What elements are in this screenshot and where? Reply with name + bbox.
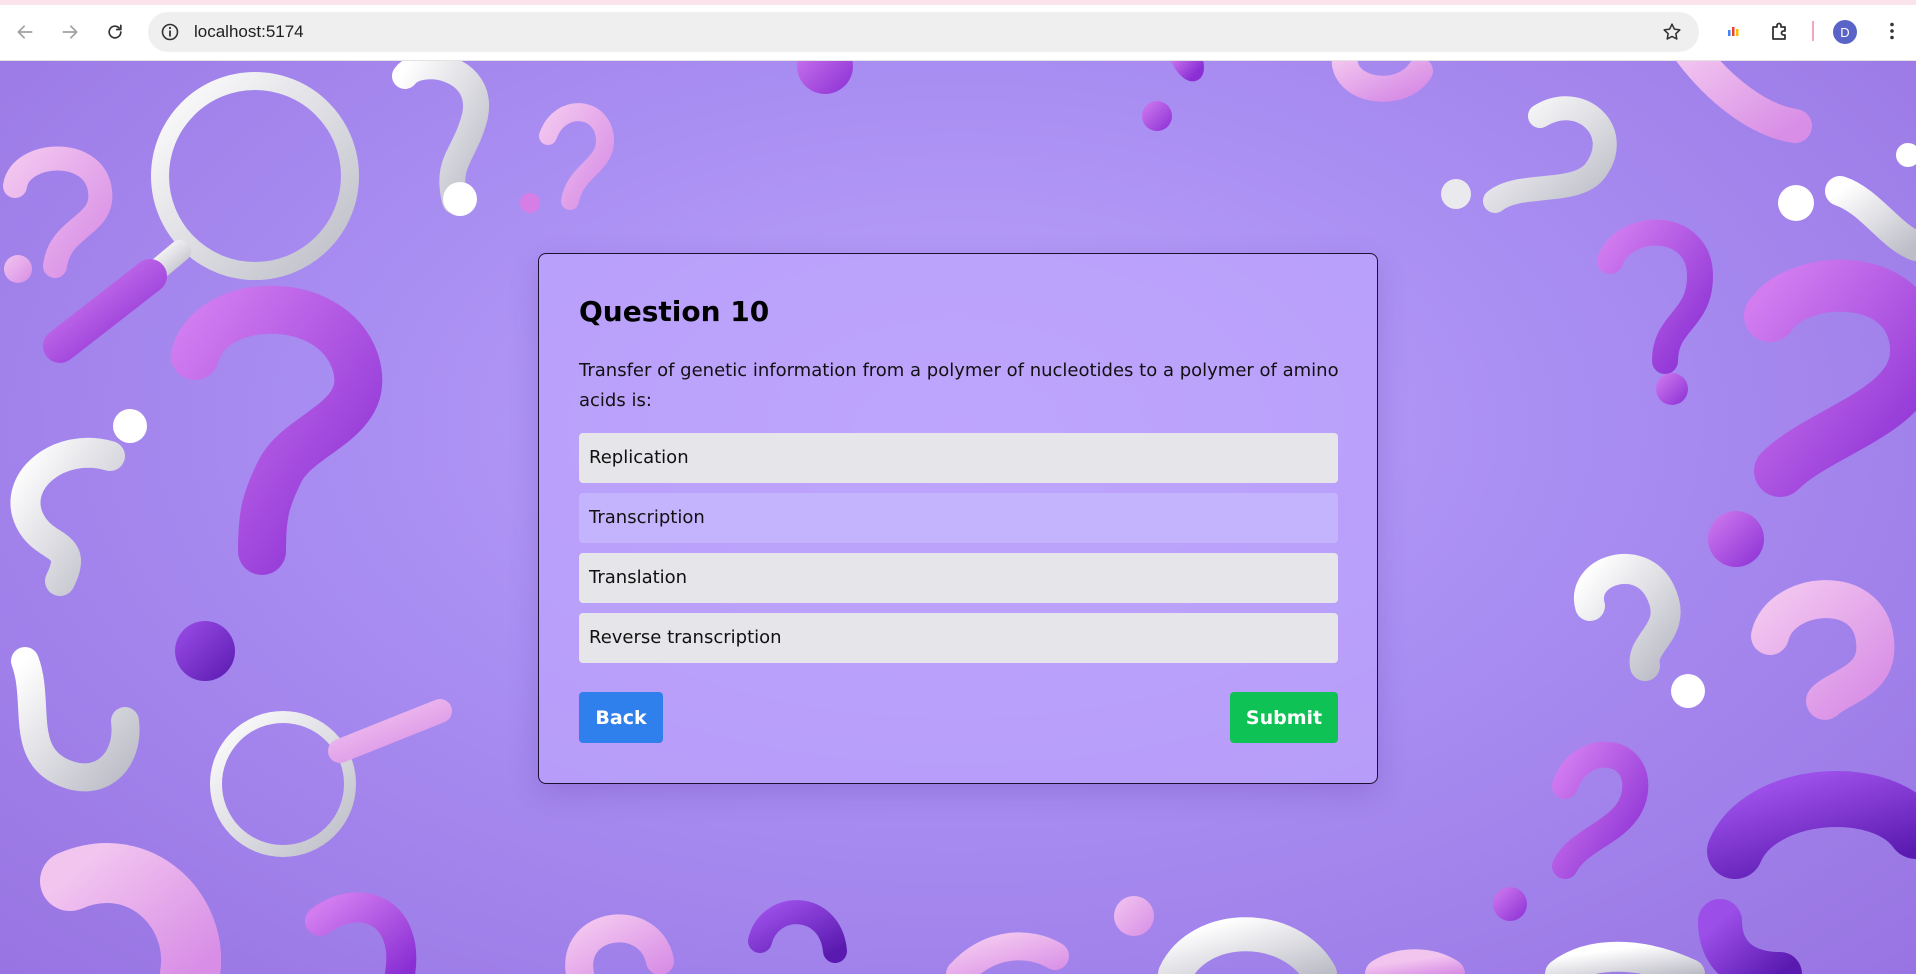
question-mark-icon [946,932,1069,974]
question-mark-icon [1707,771,1916,879]
submit-button[interactable]: Submit [1230,692,1338,743]
sphere-icon [520,193,540,213]
question-text: Transfer of genetic information from a p… [579,360,1339,411]
tab-strip-edge [0,0,1916,5]
question-mark-icon [1744,259,1916,497]
question-mark-icon [1698,899,1802,974]
question-mark-icon [10,437,125,596]
question-mark-icon [748,900,847,963]
answer-option-reverse-transcription[interactable]: Reverse transcription [579,613,1338,663]
sphere-icon [443,182,477,216]
quiz-card: Question 10 Transfer of genetic informat… [538,253,1378,784]
url-text[interactable]: localhost:5174 [194,22,304,42]
sphere-icon [1441,179,1471,209]
reload-button[interactable] [99,16,131,48]
question-mark-icon [1332,61,1433,102]
magnifier-icon [210,699,452,857]
sphere-icon [1671,674,1705,708]
question-mark-icon [1158,917,1337,974]
sphere-icon [4,255,32,283]
forward-nav-button[interactable] [54,16,86,48]
question-mark-icon [1825,176,1916,261]
question-title: Question 10 [579,295,770,328]
address-bar[interactable]: localhost:5174 [148,12,1699,52]
question-mark-icon [1545,941,1705,974]
question-mark-icon [539,103,615,210]
question-mark-icon [1751,580,1895,720]
sphere-icon [1778,185,1814,221]
reload-icon [108,24,122,39]
sphere-icon [1114,896,1154,936]
question-mark-icon [1365,949,1465,974]
answer-option-translation[interactable]: Translation [579,553,1338,603]
question-mark-icon [40,843,222,974]
puzzle-icon[interactable] [1768,19,1792,43]
profile-avatar[interactable]: D [1833,20,1857,44]
question-mark-icon [1574,553,1681,681]
arrow-left-icon [17,25,33,39]
star-icon[interactable] [1661,21,1683,43]
question-mark-icon [1676,61,1812,143]
answer-option-replication[interactable]: Replication [579,433,1338,483]
kebab-menu-icon[interactable] [1880,19,1904,43]
browser-toolbar: localhost:5174 D [0,0,1916,61]
sphere-icon [1896,143,1916,167]
sphere-icon [1142,101,1172,131]
info-icon[interactable] [160,22,180,42]
question-mark-icon [1552,741,1649,879]
back-button[interactable]: Back [579,692,663,743]
back-nav-button[interactable] [9,16,41,48]
sphere-icon [1656,373,1688,405]
question-mark-icon [3,146,113,278]
toolbar-separator [1812,21,1814,41]
sphere-icon [113,409,147,443]
page-viewport: Question 10 Transfer of genetic informat… [0,61,1916,974]
question-mark-icon [565,914,674,974]
question-mark-icon [392,61,489,214]
question-mark-icon [1483,96,1617,213]
question-mark-icon [11,647,140,792]
sphere-icon [797,61,853,94]
question-mark-icon [305,892,417,974]
sphere-icon [1708,511,1764,567]
arrow-right-icon [62,25,78,39]
question-mark-icon [1170,61,1204,82]
question-mark-icon [171,285,383,681]
answer-option-transcription[interactable]: Transcription [579,493,1338,543]
chart-extension-icon[interactable] [1722,19,1746,43]
sphere-icon [1493,887,1527,921]
question-mark-icon [1597,219,1714,374]
